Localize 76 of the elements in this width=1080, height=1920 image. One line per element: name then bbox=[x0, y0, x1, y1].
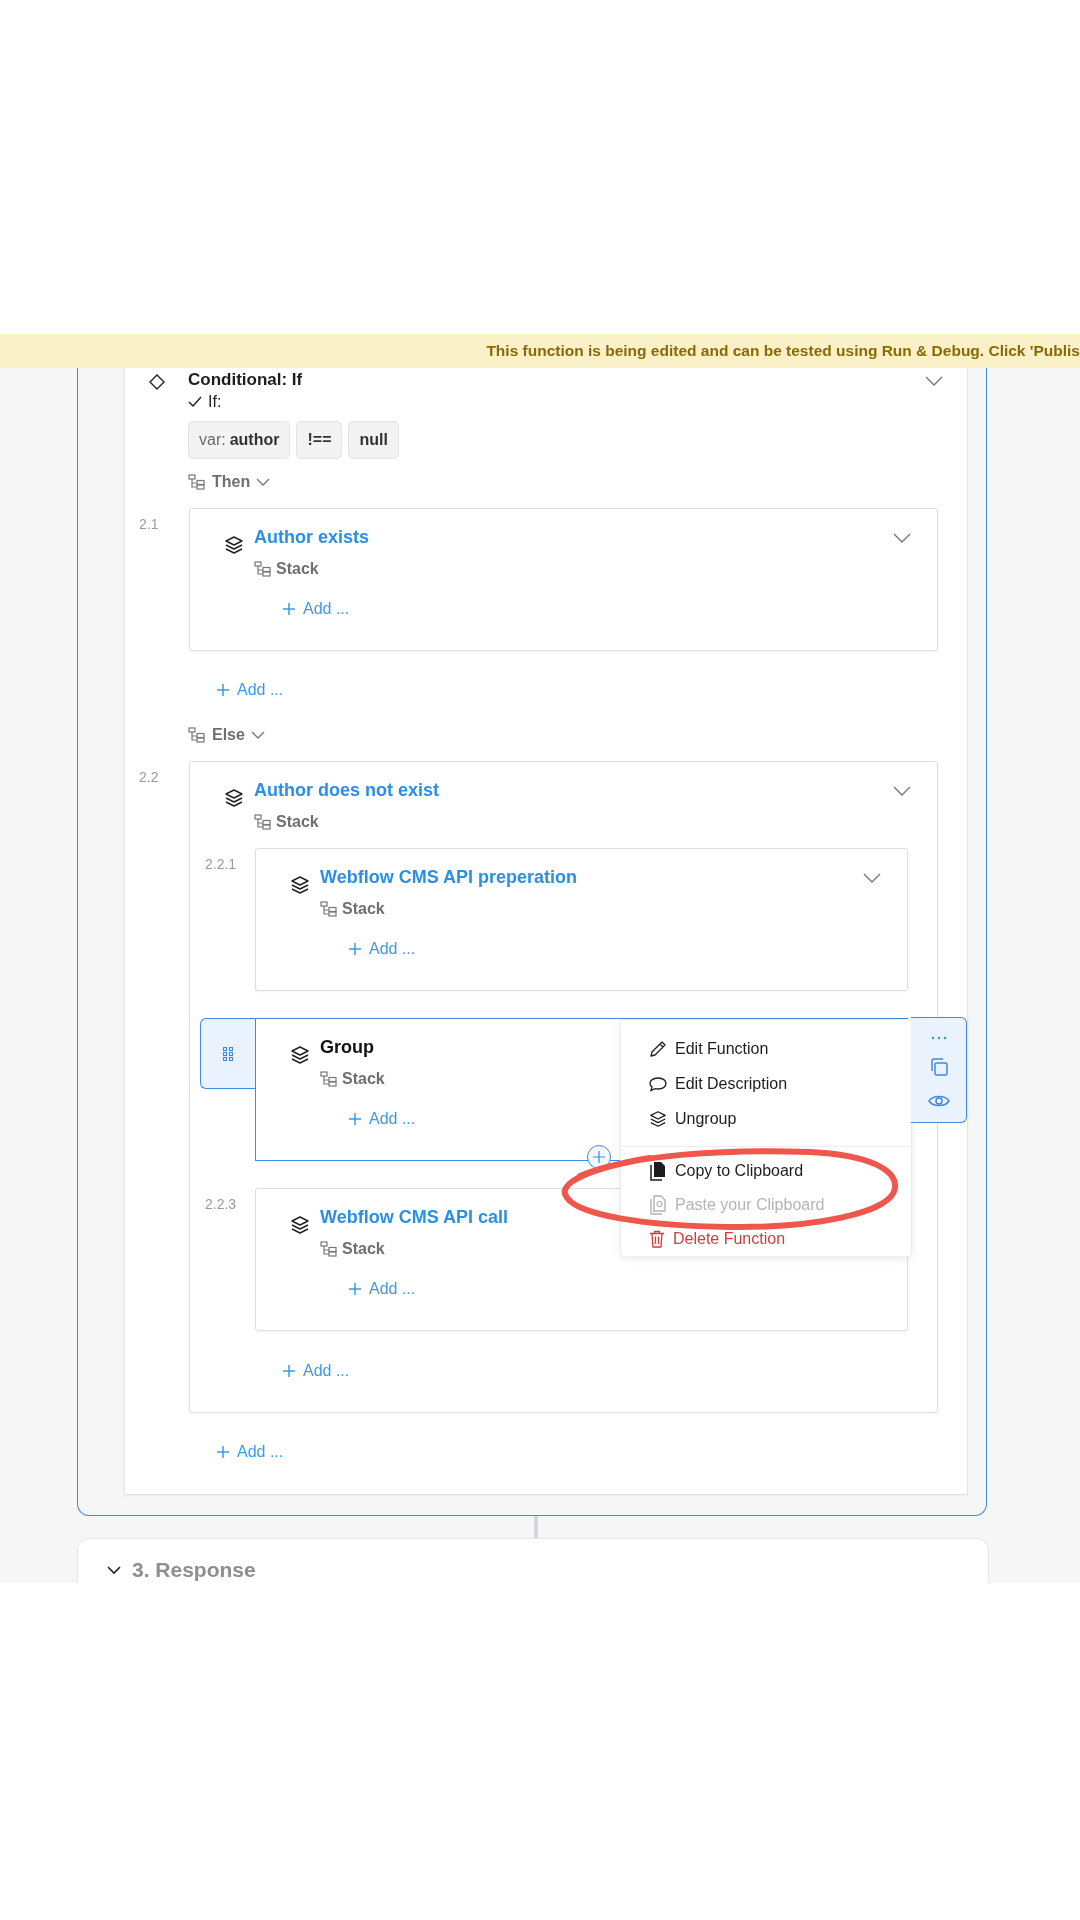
document-icon bbox=[649, 1161, 667, 1181]
pencil-icon bbox=[649, 1039, 667, 1058]
trash-icon bbox=[649, 1230, 665, 1248]
tree-icon bbox=[254, 814, 272, 830]
branch-label: Else bbox=[212, 726, 245, 744]
tree-icon bbox=[188, 727, 206, 743]
add-button[interactable]: Add ... bbox=[282, 598, 350, 620]
add-button[interactable]: Add ... bbox=[348, 1108, 416, 1130]
step-card[interactable]: Author exists Stack Add ... bbox=[189, 508, 938, 651]
step-number: 2.2.3 bbox=[204, 1195, 237, 1214]
chevron-down-icon[interactable] bbox=[925, 376, 943, 387]
chevron-down-icon[interactable] bbox=[256, 477, 271, 487]
tree-icon bbox=[254, 561, 272, 577]
check-icon bbox=[188, 396, 202, 408]
condition-token[interactable]: var: author bbox=[188, 421, 291, 459]
layers-icon bbox=[649, 1109, 667, 1128]
add-button[interactable]: Add ... bbox=[216, 1441, 284, 1463]
layers-icon bbox=[224, 535, 244, 555]
plus-icon bbox=[282, 602, 296, 616]
plus-icon bbox=[282, 1364, 296, 1378]
chevron-down-icon[interactable] bbox=[893, 533, 911, 544]
condition-label: If: bbox=[208, 393, 222, 411]
step-title: Author does not exist bbox=[254, 779, 439, 802]
branch-label: Then bbox=[212, 473, 251, 491]
plus-icon bbox=[348, 1282, 362, 1296]
grid-dots-icon bbox=[223, 1046, 233, 1061]
step-title: Webflow CMS API call bbox=[320, 1206, 509, 1229]
step-type: Stack bbox=[342, 1240, 385, 1258]
tree-icon bbox=[320, 1071, 338, 1087]
add-button[interactable]: Add ... bbox=[216, 679, 284, 701]
condition-token[interactable]: null bbox=[348, 421, 399, 459]
step-number: 2.2 bbox=[139, 768, 160, 787]
speech-bubble-icon bbox=[649, 1074, 667, 1093]
step-type: Stack bbox=[276, 560, 319, 578]
tree-icon bbox=[188, 474, 206, 490]
tree-icon bbox=[320, 901, 338, 917]
step-number: 2.2.1 bbox=[204, 855, 237, 874]
plus-icon bbox=[216, 1445, 230, 1459]
conditional-title: Conditional: If bbox=[188, 370, 303, 390]
step-number: 2.1 bbox=[139, 515, 160, 534]
plus-icon bbox=[348, 1112, 362, 1126]
layers-icon bbox=[290, 1045, 310, 1065]
layers-icon bbox=[224, 788, 244, 808]
layers-icon bbox=[290, 1215, 310, 1235]
plus-icon bbox=[348, 942, 362, 956]
step-card[interactable] bbox=[189, 761, 938, 1413]
chevron-down-icon[interactable] bbox=[863, 873, 881, 884]
menu-item[interactable]: Edit Function bbox=[621, 1031, 911, 1066]
add-button[interactable]: Add ... bbox=[282, 1360, 350, 1382]
layers-icon bbox=[290, 875, 310, 895]
chevron-down-icon[interactable] bbox=[893, 786, 911, 797]
plus-icon bbox=[216, 683, 230, 697]
plus-icon bbox=[593, 1151, 605, 1163]
step-card[interactable]: Webflow CMS API preperation Stack Add ... bbox=[255, 848, 908, 991]
section-title: 3. Response bbox=[132, 1557, 256, 1583]
step-title: Author exists bbox=[254, 526, 370, 549]
drag-handle[interactable] bbox=[200, 1018, 255, 1089]
document-copy-icon bbox=[649, 1195, 667, 1215]
step-type: Stack bbox=[342, 1070, 385, 1088]
more-icon[interactable] bbox=[930, 1036, 947, 1041]
add-button[interactable]: Add ... bbox=[348, 1278, 416, 1300]
diamond-icon bbox=[149, 374, 165, 390]
menu-item[interactable]: Delete Function bbox=[621, 1222, 911, 1256]
add-button[interactable]: Add ... bbox=[348, 938, 416, 960]
step-type: Stack bbox=[276, 813, 319, 831]
tree-icon bbox=[320, 1241, 338, 1257]
step-type: Stack bbox=[342, 900, 385, 918]
menu-item[interactable]: Edit Description bbox=[621, 1066, 911, 1101]
condition-token[interactable]: !== bbox=[296, 421, 343, 459]
chevron-down-icon[interactable] bbox=[250, 730, 265, 740]
copy-icon[interactable] bbox=[928, 1057, 949, 1077]
eye-icon[interactable] bbox=[927, 1093, 950, 1108]
notice-text: This function is being edited and can be tested using Run & Debug. Click 'Publis bbox=[486, 342, 1080, 360]
menu-item[interactable]: Ungroup bbox=[621, 1101, 911, 1136]
step-title: Group bbox=[320, 1036, 374, 1059]
step-title: Webflow CMS API preperation bbox=[320, 866, 578, 889]
